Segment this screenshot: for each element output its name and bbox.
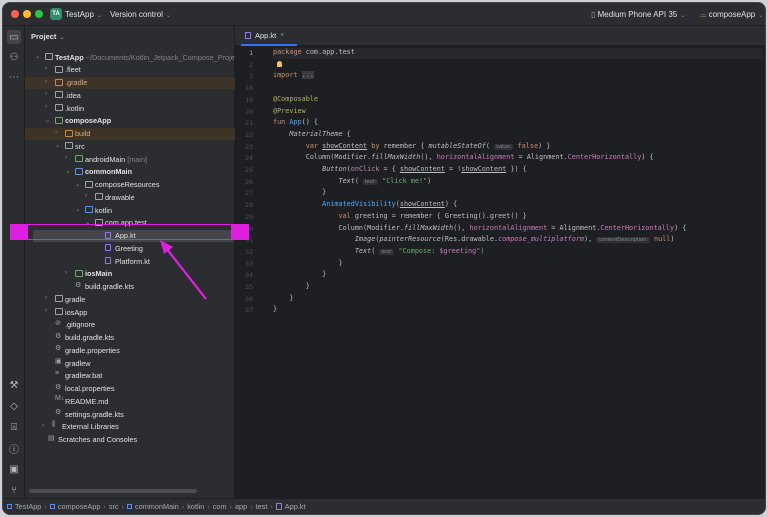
annotation-arrow: [160, 240, 207, 300]
